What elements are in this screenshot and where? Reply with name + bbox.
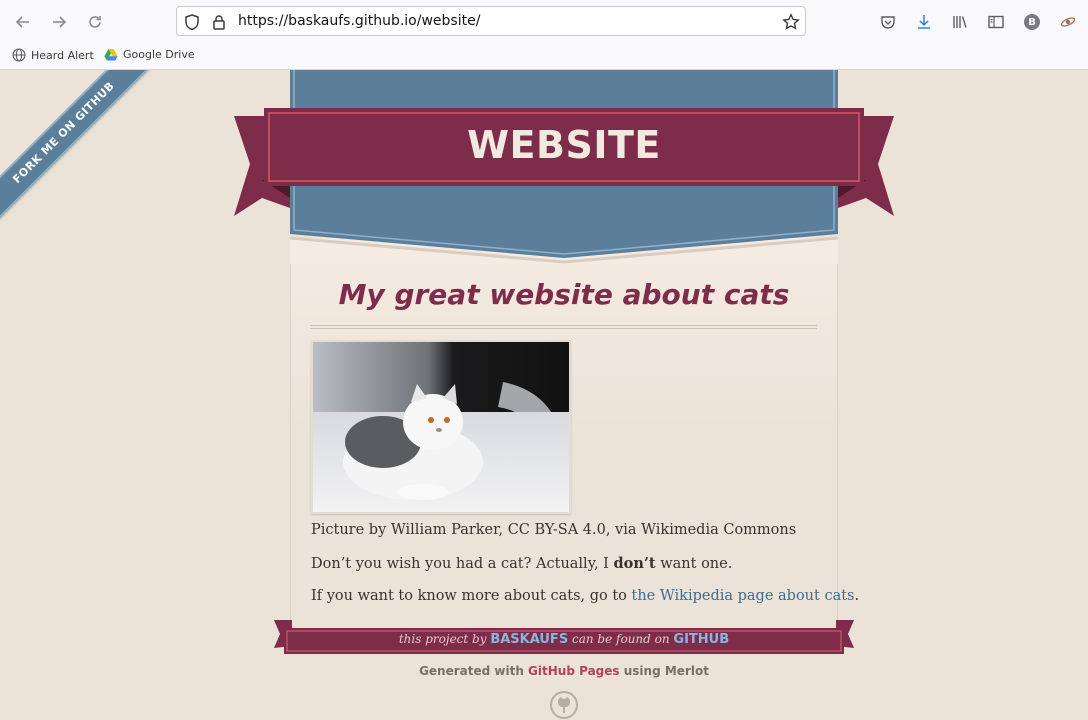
url-host: https://baskaufs.github.io	[238, 13, 417, 29]
pocket-button[interactable]	[878, 12, 898, 32]
google-drive-icon	[104, 49, 118, 61]
downloads-button[interactable]	[914, 12, 934, 32]
generated-text: Generated with	[419, 664, 529, 678]
url-path: /website/	[416, 13, 481, 29]
bookmark-label: Heard Alert	[31, 48, 94, 62]
bookmark-google-drive[interactable]: Google Drive	[104, 48, 195, 61]
browser-toolbar: https://baskaufs.github.io/website/ B	[0, 0, 1088, 44]
library-icon	[953, 16, 967, 28]
extension-button[interactable]	[1058, 12, 1078, 32]
forward-button[interactable]	[47, 10, 71, 34]
site-title[interactable]: WEBSITE	[268, 110, 860, 180]
footer-text: this project by	[398, 632, 491, 646]
url-bar[interactable]: https://baskaufs.github.io/website/	[176, 6, 806, 36]
bookmarks-toolbar: Heard Alert Google Drive	[0, 44, 1088, 70]
cat-image	[313, 342, 569, 512]
extension-icon	[1060, 17, 1076, 27]
reload-button[interactable]	[83, 10, 107, 34]
sidebar-button[interactable]	[986, 12, 1006, 32]
lock-icon[interactable]	[210, 13, 228, 31]
para-text: If you want to know more about cats, go …	[311, 588, 632, 604]
avatar: B	[1024, 14, 1040, 30]
forward-arrow-icon	[53, 16, 67, 28]
globe-icon	[12, 48, 26, 62]
bookmark-star-icon[interactable]	[782, 13, 800, 31]
para-text: want one.	[655, 556, 733, 572]
url-text[interactable]: https://baskaufs.github.io/website/	[238, 13, 480, 29]
para-bold: don’t	[613, 555, 656, 572]
para-text: Don’t you wish you had a cat? Actually, …	[311, 556, 614, 572]
para-text: .	[854, 588, 860, 604]
page-heading: My great website about cats	[338, 278, 790, 311]
github-octocat-icon[interactable]	[549, 690, 579, 720]
owner-link[interactable]: BASKAUFS	[490, 632, 568, 647]
footer-text: can be found on	[568, 632, 674, 646]
photo-caption: Picture by William Parker, CC BY-SA 4.0,…	[311, 522, 797, 538]
account-button[interactable]: B	[1022, 12, 1042, 32]
footer-credit: this project by BASKAUFS can be found on…	[286, 628, 842, 650]
github-link[interactable]: GITHUB	[673, 632, 729, 647]
bookmark-heard-alert[interactable]: Heard Alert	[12, 48, 94, 62]
wikipedia-cats-link[interactable]: the Wikipedia page about cats	[632, 588, 855, 604]
back-arrow-icon	[15, 16, 29, 28]
download-icon	[918, 15, 930, 29]
library-button[interactable]	[950, 12, 970, 32]
sidebar-icon	[988, 15, 1004, 29]
generated-text: using Merlot	[619, 664, 709, 678]
generated-note: Generated with GitHub Pages using Merlot	[290, 664, 838, 678]
cat-photo	[311, 340, 571, 514]
github-pages-link[interactable]: GitHub Pages	[528, 664, 620, 678]
heading-divider	[310, 325, 817, 329]
fork-me-ribbon[interactable]: Fork me on GitHub	[0, 70, 153, 222]
avatar-initial: B	[1028, 16, 1036, 28]
paragraph-more-info: If you want to know more about cats, go …	[311, 588, 859, 604]
bookmark-label: Google Drive	[123, 48, 195, 61]
back-button[interactable]	[11, 10, 35, 34]
shield-icon[interactable]	[183, 13, 201, 31]
paragraph-wish: Don’t you wish you had a cat? Actually, …	[311, 555, 732, 572]
web-page: Fork me on GitHub WEBSITE My great websi…	[0, 70, 1088, 720]
reload-icon	[89, 16, 101, 28]
pocket-icon	[881, 16, 895, 29]
